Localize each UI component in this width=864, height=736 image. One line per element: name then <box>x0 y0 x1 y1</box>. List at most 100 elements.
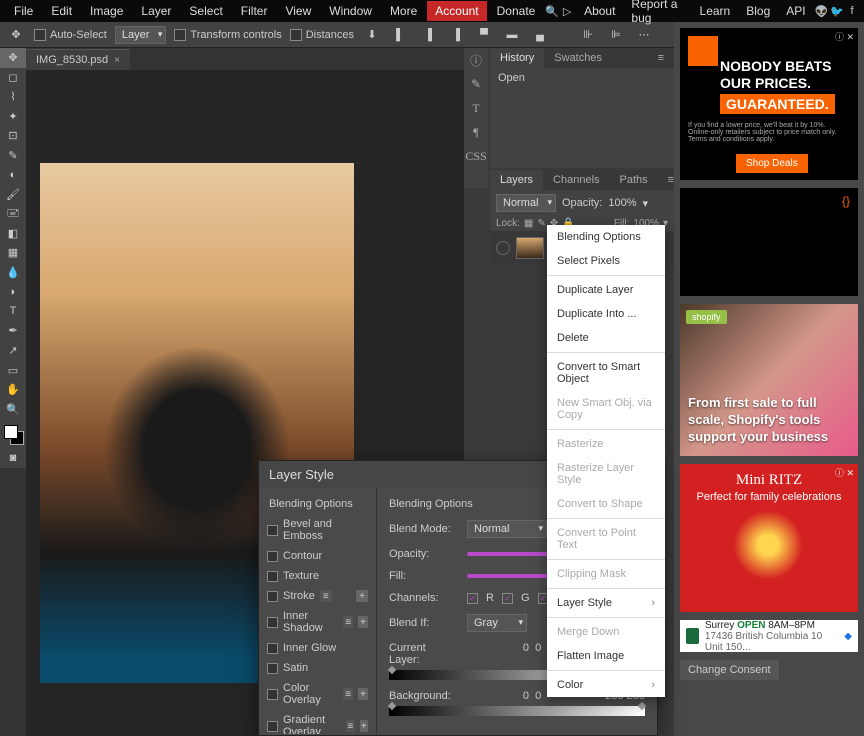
effect-add-icon[interactable]: + <box>358 616 368 628</box>
marquee-tool[interactable]: ◻ <box>0 68 26 88</box>
info-icon[interactable]: ⓘ <box>464 48 488 72</box>
shop-deals-button[interactable]: Shop Deals <box>736 154 808 173</box>
ad-close-icon[interactable]: ⓘ ✕ <box>835 30 854 43</box>
directions-icon[interactable]: ◆ <box>844 631 852 642</box>
search-icon[interactable]: 🔍 <box>545 3 559 19</box>
local-listing[interactable]: Surrey OPEN 8AM–8PM17436 British Columbi… <box>680 620 858 652</box>
dodge-tool[interactable]: ◗ <box>0 282 26 302</box>
hand-tool[interactable]: ✋ <box>0 380 26 400</box>
ctx-duplicate-layer[interactable]: Duplicate Layer <box>547 278 665 302</box>
effect-stroke[interactable]: Stroke≡+ <box>259 586 376 606</box>
quickmask-tool[interactable]: ◙ <box>0 449 26 469</box>
ad-shopify[interactable]: shopify From first sale to fullscale, Sh… <box>680 304 858 456</box>
menu-donate[interactable]: Donate <box>489 1 544 21</box>
align-bottom-icon[interactable]: ▄ <box>530 25 550 45</box>
menu-filter[interactable]: Filter <box>233 1 276 21</box>
menu-account[interactable]: Account <box>427 1 486 21</box>
lasso-tool[interactable]: ⌇ <box>0 87 26 107</box>
wand-tool[interactable]: ✦ <box>0 107 26 127</box>
visibility-icon[interactable] <box>496 241 510 255</box>
menu-image[interactable]: Image <box>82 1 131 21</box>
transform-controls-checkbox[interactable]: Transform controls <box>174 29 281 41</box>
align-top-icon[interactable]: ▀ <box>474 25 494 45</box>
crop-tool[interactable]: ⊡ <box>0 126 26 146</box>
link-learn[interactable]: Learn <box>693 1 738 21</box>
facebook-icon[interactable]: f <box>846 3 858 19</box>
ctx-blending-options[interactable]: Blending Options <box>547 225 665 249</box>
channel-g-checkbox[interactable]: ✓ <box>502 593 513 604</box>
align-left-icon[interactable]: ▌ <box>390 25 410 45</box>
char-panel-icon[interactable]: T <box>464 96 488 120</box>
align-center-icon[interactable]: ▐ <box>418 25 438 45</box>
para-panel-icon[interactable]: ¶ <box>464 120 488 144</box>
distribute-h-icon[interactable]: ⊪ <box>578 25 598 45</box>
blend-mode-dropdown[interactable]: Normal <box>467 520 547 538</box>
ctx-select-pixels[interactable]: Select Pixels <box>547 249 665 273</box>
menu-view[interactable]: View <box>277 1 319 21</box>
blur-tool[interactable]: 💧 <box>0 263 26 283</box>
link-blog[interactable]: Blog <box>739 1 777 21</box>
effect-menu-icon[interactable]: ≡ <box>343 688 353 700</box>
shape-tool[interactable]: ▭ <box>0 360 26 380</box>
history-item[interactable]: Open <box>490 68 674 88</box>
effect-menu-icon[interactable]: ≡ <box>320 590 332 602</box>
blendif-dropdown[interactable]: Gray <box>467 614 527 632</box>
lock-brush-icon[interactable]: ✎ <box>537 218 545 229</box>
distribute-v-icon[interactable]: ⊫ <box>606 25 626 45</box>
close-tab-icon[interactable]: × <box>114 55 120 66</box>
paths-tab[interactable]: Paths <box>610 170 658 190</box>
opacity-dropdown-icon[interactable]: ▾ <box>643 197 649 210</box>
menu-window[interactable]: Window <box>321 1 380 21</box>
color-swatch[interactable] <box>4 425 22 443</box>
menu-layer[interactable]: Layer <box>133 1 179 21</box>
auto-select-target[interactable]: Layer <box>115 26 167 44</box>
brush-panel-icon[interactable]: ✎ <box>464 72 488 96</box>
effect-add-icon[interactable]: + <box>360 720 368 732</box>
eyedropper-tool[interactable]: ✎ <box>0 146 26 166</box>
ctx-delete[interactable]: Delete <box>547 326 665 350</box>
effect-bevel-and-emboss[interactable]: Bevel and Emboss <box>259 514 376 546</box>
opacity-value[interactable]: 100% <box>608 197 636 209</box>
auto-select-checkbox[interactable]: Auto-Select <box>34 29 107 41</box>
more-options-icon[interactable]: ⋯ <box>634 25 654 45</box>
align-right-icon[interactable]: ▐ <box>446 25 466 45</box>
menu-select[interactable]: Select <box>181 1 230 21</box>
lock-trans-icon[interactable]: ▦ <box>524 218 533 229</box>
change-consent-button[interactable]: Change Consent <box>680 660 779 680</box>
link-api[interactable]: API <box>779 1 812 21</box>
effect-inner-glow[interactable]: Inner Glow <box>259 638 376 658</box>
ctx-convert-to-smart-object[interactable]: Convert to Smart Object <box>547 355 665 391</box>
channels-tab[interactable]: Channels <box>543 170 609 190</box>
menu-more[interactable]: More <box>382 1 425 21</box>
download-icon[interactable]: ⬇ <box>362 25 382 45</box>
ctx-duplicate-into-[interactable]: Duplicate Into ... <box>547 302 665 326</box>
panel-menu-icon[interactable]: ≡ <box>648 48 674 68</box>
effect-add-icon[interactable]: + <box>356 590 368 602</box>
effect-menu-icon[interactable]: ≡ <box>343 616 353 628</box>
effect-color-overlay[interactable]: Color Overlay≡+ <box>259 678 376 710</box>
swatches-tab[interactable]: Swatches <box>544 48 612 68</box>
align-middle-icon[interactable]: ▬ <box>502 25 522 45</box>
path-tool[interactable]: ↗ <box>0 341 26 361</box>
document-tab[interactable]: IMG_8530.psd× <box>26 49 130 70</box>
gradient-tool[interactable]: ▦ <box>0 243 26 263</box>
twitter-icon[interactable]: 🐦 <box>830 3 844 19</box>
ctx-layer-style[interactable]: Layer Style <box>547 591 665 615</box>
link-about[interactable]: About <box>577 1 622 21</box>
blend-mode-select[interactable]: Normal <box>496 194 556 212</box>
css-panel-icon[interactable]: CSS <box>464 144 488 168</box>
channel-r-checkbox[interactable]: ✓ <box>467 593 478 604</box>
effects-heading[interactable]: Blending Options <box>259 494 376 514</box>
type-tool[interactable]: T <box>0 302 26 322</box>
effect-gradient-overlay[interactable]: Gradient Overlay≡+ <box>259 710 376 734</box>
ad-ritz[interactable]: ⓘ ✕ Mini RITZ Perfect for family celebra… <box>680 464 858 612</box>
background-gradient[interactable] <box>389 706 645 716</box>
effect-menu-icon[interactable]: ≡ <box>346 720 354 732</box>
effect-contour[interactable]: Contour <box>259 546 376 566</box>
ad-home-depot[interactable]: ⓘ ✕ NOBODY BEATSOUR PRICES.GUARANTEED. I… <box>680 28 858 180</box>
pen-tool[interactable]: ✒ <box>0 321 26 341</box>
eraser-tool[interactable]: ◧ <box>0 224 26 244</box>
history-tab[interactable]: History <box>490 48 544 68</box>
ctx-flatten-image[interactable]: Flatten Image <box>547 644 665 668</box>
zoom-tool[interactable]: 🔍 <box>0 399 26 419</box>
